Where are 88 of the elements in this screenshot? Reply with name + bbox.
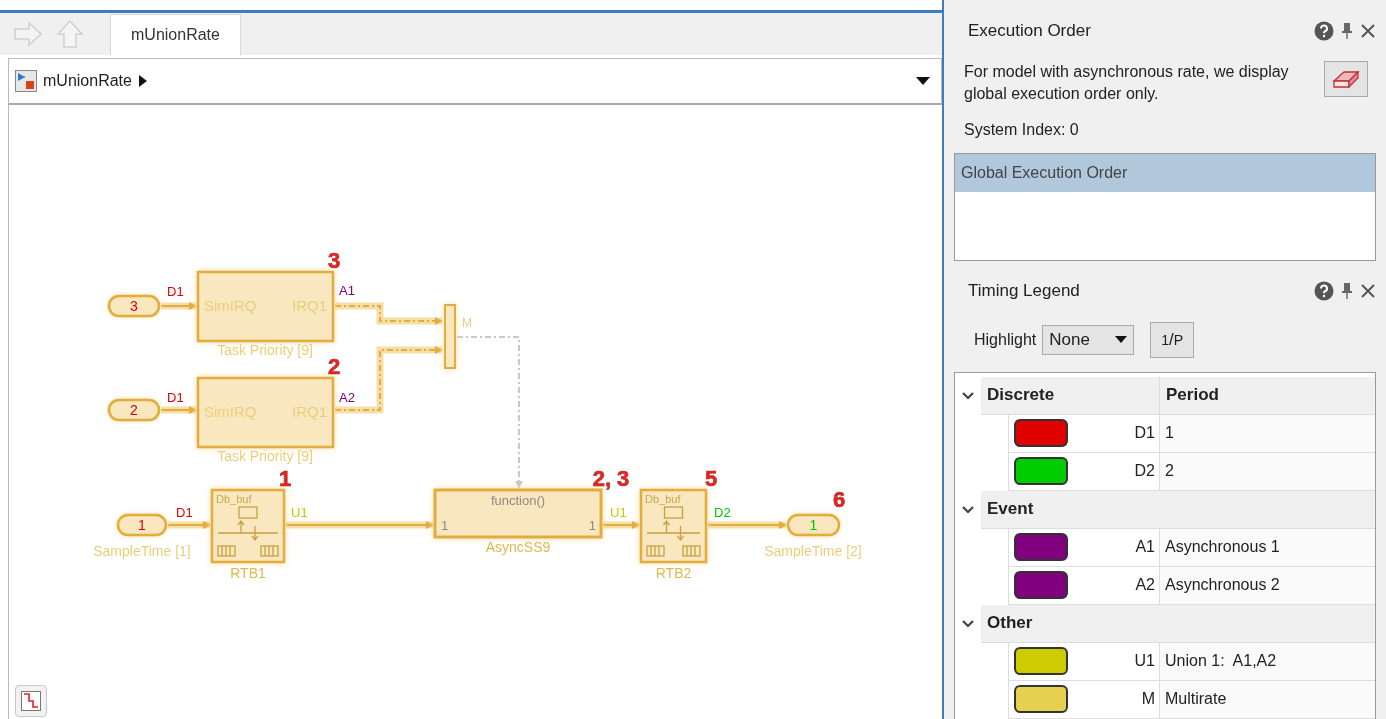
block-caption: RTB1 [230,565,266,581]
signal-label: D2 [714,505,731,520]
info-message: For model with asynchronous rate, we display global execution order only. [964,62,1290,105]
execution-order-number: 6 [832,487,846,512]
pin-icon[interactable] [1342,21,1352,40]
pin-icon[interactable] [1342,282,1352,301]
port-label: IRQ1 [292,403,327,420]
block-header: Db_buf [216,493,252,505]
mux-label: M [462,316,472,330]
rate-id: A2 [1134,576,1155,595]
step-line-icon [21,691,41,711]
rate-description: 1 [1165,424,1174,443]
signal-line [167,521,211,529]
model-tab[interactable]: mUnionRate [110,14,241,55]
group-header: Other [981,605,1375,643]
highlight-label: Highlight [974,331,1037,349]
port-caption: SampleTime [2] [764,543,862,559]
signal-label: U1 [291,505,308,520]
port-caption: SampleTime [1] [93,543,191,559]
dropdown-caret-icon[interactable] [915,76,931,86]
group-header: Discrete [981,377,1159,415]
clear-button[interactable] [1324,61,1368,98]
column-header: Period [1159,377,1375,415]
rate-description: Asynchronous 2 [1165,576,1280,595]
signal-label: D1 [176,505,193,520]
port-block [107,294,161,318]
execution-order-number: 5 [704,466,718,491]
port-number: 2 [130,402,138,418]
chevron-down-icon[interactable] [961,619,975,629]
chevron-down-icon[interactable] [961,391,975,401]
signal-label: A2 [339,390,355,405]
port-label: SimIRQ [204,297,257,314]
help-icon[interactable] [1314,281,1334,302]
eraser-icon [1332,69,1360,90]
signal-label: D1 [167,390,184,405]
execution-order-number: 1 [278,466,292,491]
dropdown-caret-icon [1115,336,1128,344]
port-label: SimIRQ [204,403,257,420]
rate-id: U1 [1133,652,1155,671]
buffer-drawing [646,506,701,557]
port-label: IRQ1 [292,297,327,314]
breadcrumb-label[interactable]: mUnionRate [43,72,132,90]
group-header: Event [981,491,1375,529]
close-icon[interactable] [1360,22,1376,39]
triangle-right-icon[interactable] [137,74,148,88]
block-caption: AsyncSS9 [485,539,551,555]
list-item[interactable]: Global Execution Order [955,154,1375,193]
block-caption: Task Priority [9] [217,342,313,358]
signal-label: A1 [339,283,355,298]
rate-description: 2 [1165,462,1174,481]
rate-id: M [1140,690,1155,709]
rate-description: Union 1: A1,A2 [1165,652,1277,671]
execution-order-number: 2 [327,354,341,379]
port-block [107,398,161,422]
model-icon [15,70,37,92]
step-view-button[interactable] [15,685,47,717]
signal-line [160,302,197,310]
help-icon[interactable] [1314,20,1334,41]
port-number: 1 [138,517,146,533]
chevron-down-icon[interactable] [961,505,975,515]
block-caption: RTB2 [655,565,692,581]
execution-order-number: 2, 3 [592,466,630,491]
port-number: 1 [809,517,818,533]
signal-line [602,521,640,529]
signal-label: D1 [167,284,184,299]
port-block [116,513,168,537]
buffer-drawing [217,506,279,557]
execution-order-number: 3 [327,248,341,273]
rate-id: D1 [1133,424,1155,443]
close-icon[interactable] [1360,283,1376,300]
panel-title: Timing Legend [968,281,1081,302]
trigger-label: function() [490,493,546,508]
port-number: 3 [130,298,138,314]
port-label: 1 [441,518,449,533]
rate-id: A1 [1134,538,1155,557]
highlight-dropdown[interactable]: None [1042,325,1135,355]
mux-block [444,304,456,369]
port-block [786,513,841,537]
block-header: Db_buf [645,493,681,505]
signal-line [160,406,197,414]
signal-label: U1 [610,505,627,520]
port-label: 1 [588,518,596,533]
block-caption: Task Priority [9] [217,448,313,464]
rate-id: D2 [1133,462,1155,481]
rate-description: Asynchronous 1 [1165,538,1280,557]
system-index-label: System Index: 0 [963,120,1080,141]
rate-description: Multirate [1165,690,1227,709]
panel-title: Execution Order [968,20,1092,41]
